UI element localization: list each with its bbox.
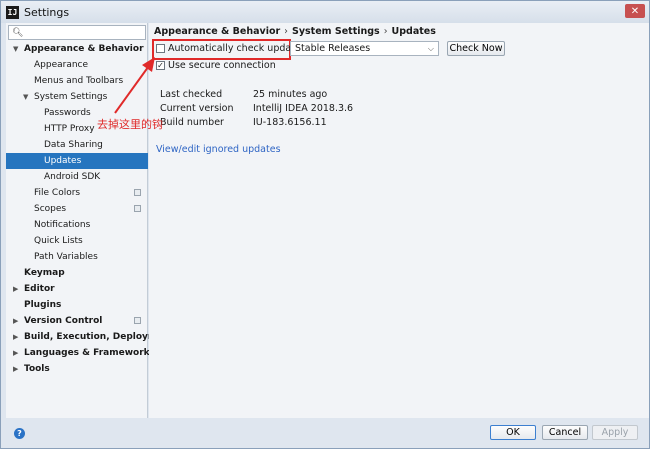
sidebar-item[interactable]: Scopes <box>6 201 148 217</box>
sidebar-item-label: Menus and Toolbars <box>34 76 124 86</box>
project-level-icon <box>134 205 141 212</box>
close-icon: ✕ <box>630 5 640 17</box>
collapse-arrow-icon[interactable]: ▶ <box>13 281 18 297</box>
breadcrumb-system-settings: System Settings <box>291 26 380 37</box>
collapse-arrow-icon[interactable]: ▶ <box>13 361 18 377</box>
window-controls: ✕ <box>625 4 645 18</box>
sidebar-item-label: Updates <box>44 156 82 166</box>
update-channel-value: Stable Releases <box>295 43 371 54</box>
sidebar-item-label: Appearance <box>34 60 89 70</box>
annotation-text: 去掉这里的钩 <box>97 118 163 131</box>
sidebar-item-label: Plugins <box>24 300 62 310</box>
annotation-arrow <box>114 57 155 114</box>
secure-connection-row[interactable]: ✓ Use secure connection <box>156 60 276 71</box>
intellij-icon: IJ <box>6 5 19 19</box>
sidebar-item[interactable]: Data Sharing <box>6 137 148 153</box>
sidebar-item-label: File Colors <box>34 188 81 198</box>
sidebar-item[interactable]: ▶ Tools <box>6 361 148 377</box>
title-bar: IJ Settings ✕ <box>1 1 649 23</box>
collapse-arrow-icon[interactable]: ▶ <box>13 313 18 329</box>
breadcrumb-separator: › <box>383 26 388 37</box>
sidebar-item-label: System Settings <box>34 92 108 102</box>
ok-button[interactable]: OK <box>490 425 536 440</box>
breadcrumb-updates: Updates <box>391 26 436 37</box>
sidebar-item-label: Passwords <box>44 108 91 118</box>
info-row-last-checked: Last checked 25 minutes ago <box>160 89 353 103</box>
check-now-button[interactable]: Check Now <box>447 41 505 56</box>
sidebar-item[interactable]: ▶ Languages & Frameworks <box>6 345 155 361</box>
cancel-button[interactable]: Cancel <box>542 425 588 440</box>
sidebar-item[interactable]: Quick Lists <box>6 233 148 249</box>
window-title: Settings <box>24 5 70 19</box>
updates-panel: Appearance & Behavior › System Settings › Up… <box>149 23 649 418</box>
auto-check-checkbox[interactable] <box>156 44 165 53</box>
chevron-down-icon: ⌵ <box>427 44 434 53</box>
sidebar-item-label: Scopes <box>34 204 67 214</box>
sidebar-item[interactable]: Path Variables <box>6 249 148 265</box>
sidebar-item-label: Editor <box>24 284 55 294</box>
collapse-arrow-icon[interactable]: ▶ <box>13 329 18 345</box>
sidebar-item-label: Languages & Frameworks <box>24 348 156 358</box>
close-window-button[interactable]: ✕ <box>625 4 645 18</box>
collapse-arrow-icon[interactable]: ▶ <box>13 345 18 361</box>
search-box[interactable]: 🔍︎ <box>8 25 146 40</box>
project-level-icon <box>134 189 141 196</box>
search-icon: 🔍︎ <box>12 27 24 38</box>
sidebar-item-label: Quick Lists <box>34 236 83 246</box>
sidebar-item[interactable]: Plugins <box>6 297 148 313</box>
sidebar-item-label: Android SDK <box>44 172 101 182</box>
sidebar-item-label: Data Sharing <box>44 140 103 150</box>
info-key: Last checked <box>160 89 223 100</box>
sidebar-item[interactable]: Keymap <box>6 265 148 281</box>
help-icon[interactable]: ? <box>14 428 25 439</box>
sidebar-item[interactable]: Notifications <box>6 217 148 233</box>
sidebar-item-label: Notifications <box>34 220 91 230</box>
info-value: 25 minutes ago <box>253 89 328 100</box>
sidebar-item[interactable]: ▶ Editor <box>6 281 148 297</box>
apply-button: Apply <box>592 425 638 440</box>
sidebar-item[interactable]: File Colors <box>6 185 148 201</box>
search-input[interactable] <box>26 27 137 38</box>
sidebar-item[interactable]: ▶ Build, Execution, Deployment <box>6 329 174 345</box>
update-info: Last checked 25 minutes ago Current vers… <box>160 89 353 131</box>
info-value: IU-183.6156.11 <box>253 117 327 128</box>
info-row-build-number: Build number IU-183.6156.11 <box>160 117 353 131</box>
expand-arrow-icon[interactable]: ▼ <box>23 89 28 105</box>
dialog-footer: ? OK Cancel Apply <box>1 418 649 448</box>
view-ignored-updates-link[interactable]: View/edit ignored updates <box>156 144 281 155</box>
info-value: IntelliJ IDEA 2018.3.6 <box>253 103 354 114</box>
settings-window: IJ Settings ✕ 🔍︎ ▼ Appearance & Behavior A… <box>0 0 650 449</box>
sidebar-item-label: Tools <box>24 364 50 374</box>
sidebar-item-label: Version Control <box>24 316 103 326</box>
sidebar-item-label: Keymap <box>24 268 65 278</box>
info-row-current-version: Current version IntelliJ IDEA 2018.3.6 <box>160 103 353 117</box>
update-channel-select[interactable]: Stable Releases ⌵ <box>290 41 439 56</box>
info-key: Build number <box>160 117 224 128</box>
sidebar-item[interactable]: Updates <box>6 153 148 169</box>
info-key: Current version <box>160 103 234 114</box>
breadcrumb-appearance: Appearance & Behavior <box>154 26 281 37</box>
expand-arrow-icon[interactable]: ▼ <box>13 41 18 57</box>
sidebar-item[interactable]: ▶ Version Control <box>6 313 148 329</box>
secure-connection-label: Use secure connection <box>168 60 276 71</box>
sidebar-item-label: HTTP Proxy <box>44 124 95 134</box>
sidebar-item[interactable]: Android SDK <box>6 169 148 185</box>
breadcrumb: Appearance & Behavior › System Settings › Up… <box>154 26 436 37</box>
sidebar-item-label: Path Variables <box>34 252 98 262</box>
breadcrumb-separator: › <box>284 26 288 37</box>
project-level-icon <box>134 317 141 324</box>
